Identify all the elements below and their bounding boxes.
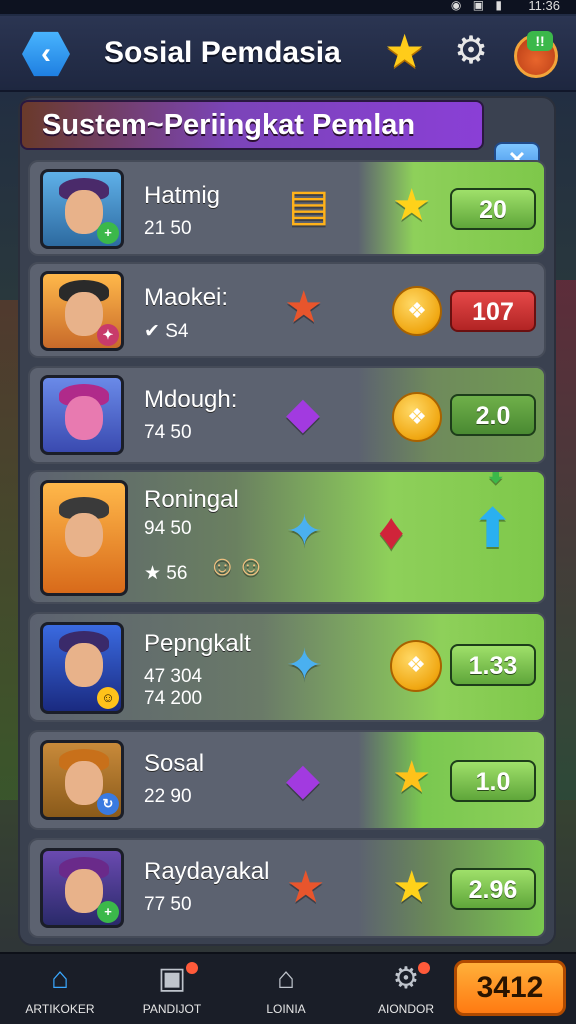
- nav-item-home[interactable]: ⌂ ARTIKOKER: [0, 954, 120, 1024]
- list-item[interactable]: + Raydayakal 77 50 ★ ★ 2.96: [28, 838, 546, 938]
- gear-icon: ⚙: [392, 962, 420, 995]
- badge-icon: ✦: [97, 324, 119, 346]
- gear-icon[interactable]: ⚙: [454, 32, 488, 70]
- list-item[interactable]: + Hatmig 21 50 ▤ ★ 20: [28, 160, 546, 256]
- player-name: Hatmig: [144, 182, 221, 209]
- nav-item-settings[interactable]: ⚙ AIONDOR: [346, 954, 466, 1024]
- back-arrow-icon: ‹: [41, 37, 51, 70]
- list-item[interactable]: ☺ Pepngkalt 47 304 74 200 ✦ ❖ 1.33: [28, 612, 546, 722]
- status-bar: ◉ ▣ ▮ 11:36: [0, 0, 576, 14]
- player-name: Maokei:: [144, 284, 229, 311]
- bolt-icon: ✦: [286, 641, 323, 690]
- list-item[interactable]: Mdough: 74 50 ◆ ❖ 2.0: [28, 366, 546, 464]
- avatar: ☺: [40, 622, 124, 714]
- page-title: Sosial Pemdasia: [104, 36, 341, 69]
- nav-item-inbox[interactable]: ▣ PANDIJOT: [112, 954, 232, 1024]
- notification-dot: [186, 962, 198, 974]
- notification-dot: [418, 962, 430, 974]
- currency-button[interactable]: 3412: [454, 960, 566, 1016]
- star-icon: ★: [392, 753, 432, 802]
- top-bar: ‹ Sosial Pemdasia ★ ⚙ !!: [0, 16, 576, 92]
- gift-badge: !!: [527, 31, 553, 51]
- player-stat: 77 50: [144, 894, 192, 915]
- score-badge: 1.33: [450, 644, 536, 686]
- list-item[interactable]: ✦ Maokei: ✔ S4 ★ ❖ 107: [28, 262, 546, 358]
- player-stat: 22 90: [144, 786, 192, 807]
- score-badge: 20: [450, 188, 536, 230]
- player-stat-secondary: 74 200: [144, 688, 203, 709]
- player-stat: 47 304: [144, 666, 203, 687]
- nav-label: AIONDOR: [377, 1002, 434, 1016]
- inbox-icon: ▣: [157, 962, 187, 995]
- score-badge: 1.0: [450, 760, 536, 802]
- crystal-icon: ◆: [286, 389, 320, 438]
- crystal-icon: ◆: [286, 755, 320, 804]
- nav-label: LOINIA: [266, 1002, 306, 1016]
- badge-icon: +: [97, 901, 119, 923]
- score-badge: 107: [450, 290, 536, 332]
- arrow-down-icon: ⬇: [484, 470, 508, 489]
- badge-icon: ↻: [97, 793, 119, 815]
- badge-icon: ☺: [97, 687, 119, 709]
- avatar: ↻: [40, 740, 124, 820]
- star-icon: ★: [284, 283, 324, 332]
- banner-title: Sustem~Periingkat Pemlan: [42, 109, 416, 141]
- player-name: Sosal: [144, 750, 205, 777]
- avatar: +: [40, 169, 124, 249]
- nav-item-shop[interactable]: ⌂ LOINIA: [226, 954, 346, 1024]
- bolt-icon: ✦: [286, 507, 323, 556]
- ranking-banner: Sustem~Periingkat Pemlan: [20, 100, 484, 150]
- coin-icon: ❖: [392, 392, 442, 442]
- chest-icon: ▤: [288, 181, 330, 230]
- star-icon: ★: [286, 863, 326, 912]
- nav-label: ARTIKOKER: [25, 1002, 95, 1016]
- star-icon: ★: [392, 863, 432, 912]
- gem-icon: ♦: [378, 503, 405, 561]
- player-name: Pepngkalt: [144, 630, 251, 657]
- pets-icon: ☺☺: [208, 550, 266, 581]
- player-stat-secondary: ★ 56: [144, 563, 188, 584]
- star-icon: ★: [392, 181, 432, 230]
- home-icon: ⌂: [50, 962, 70, 995]
- avatar: [40, 375, 124, 455]
- coin-icon: ❖: [392, 286, 442, 336]
- player-name: Mdough:: [144, 386, 238, 413]
- nav-label: PANDIJOT: [142, 1002, 202, 1016]
- avatar: [40, 480, 128, 596]
- gift-button[interactable]: !!: [514, 31, 558, 78]
- shop-icon: ⌂: [276, 962, 296, 995]
- avatar: +: [40, 848, 124, 928]
- back-button[interactable]: ‹: [22, 31, 70, 77]
- player-name: Raydayakal: [144, 858, 270, 885]
- player-stat: 21 50: [144, 218, 192, 239]
- player-stat: ✔ S4: [144, 321, 189, 342]
- badge-icon: +: [97, 222, 119, 244]
- status-time: 11:36: [528, 0, 560, 13]
- player-stat: 94 50: [144, 518, 192, 539]
- list-item[interactable]: ↻ Sosal 22 90 ◆ ★ 1.0: [28, 730, 546, 830]
- player-stat: 74 50: [144, 422, 192, 443]
- list-item[interactable]: Roningal 94 50 ★ 56 ☺☺ ✦ ♦ ⬆ ⬇: [28, 470, 546, 604]
- score-badge: 2.0: [450, 394, 536, 436]
- arrow-up-icon: ⬆: [470, 499, 516, 559]
- avatar: ✦: [40, 271, 124, 351]
- star-icon[interactable]: ★: [384, 28, 425, 74]
- coin-icon: ❖: [390, 640, 442, 692]
- status-icons: ◉ ▣ ▮: [450, 0, 506, 12]
- player-name: Roningal: [144, 486, 239, 513]
- score-badge: 2.96: [450, 868, 536, 910]
